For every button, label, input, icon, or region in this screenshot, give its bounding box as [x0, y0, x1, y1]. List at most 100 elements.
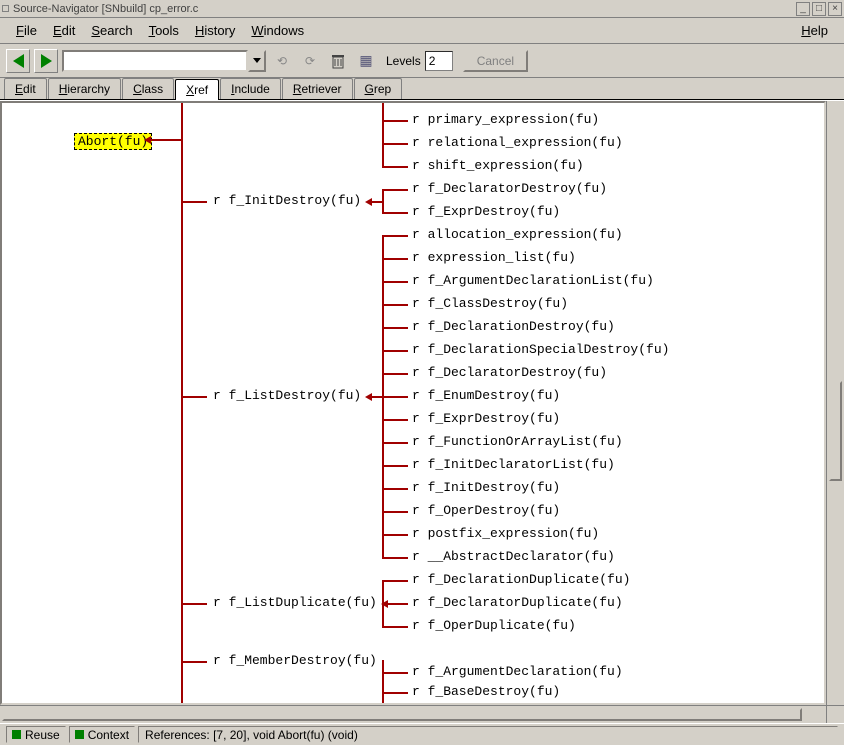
- symbol-combo-dropdown[interactable]: [248, 50, 266, 72]
- trash-icon: [331, 53, 345, 69]
- window-title: Source-Navigator [SNbuild] cp_error.c: [13, 3, 198, 15]
- menu-item[interactable]: Windows: [243, 21, 312, 40]
- xref-leaf-node[interactable]: r shift_expression(fu): [412, 159, 584, 172]
- xref-leaf-node[interactable]: r f_DeclaratorDestroy(fu): [412, 366, 607, 379]
- connector-line: [382, 304, 408, 306]
- connector-line: [382, 442, 408, 444]
- tool-button-3[interactable]: ▦: [354, 49, 378, 73]
- connector-line: [382, 143, 408, 145]
- menu-item[interactable]: File: [8, 21, 45, 40]
- connector-line: [382, 557, 408, 559]
- connector-line: [382, 166, 408, 168]
- horizontal-scrollbar[interactable]: [0, 706, 826, 723]
- status-reuse[interactable]: Reuse: [6, 726, 66, 743]
- symbol-combo-input[interactable]: [62, 50, 248, 72]
- maximize-button[interactable]: □: [812, 2, 826, 16]
- connector-line: [382, 511, 408, 513]
- arrow-icon: [365, 393, 372, 401]
- nav-forward-button[interactable]: [34, 49, 58, 73]
- xref-leaf-node[interactable]: r f_ClassDestroy(fu): [412, 297, 568, 310]
- minimize-button[interactable]: _: [796, 2, 810, 16]
- menu-item[interactable]: History: [187, 21, 243, 40]
- subtab[interactable]: Edit: [4, 78, 47, 99]
- xref-mid-node[interactable]: r f_ListDestroy(fu): [213, 389, 361, 402]
- xref-leaf-node[interactable]: r f_DeclarationDestroy(fu): [412, 320, 615, 333]
- scrollbar-thumb[interactable]: [2, 708, 802, 721]
- xref-leaf-node[interactable]: r allocation_expression(fu): [412, 228, 623, 241]
- connector-line: [382, 189, 408, 191]
- xref-leaf-node[interactable]: r __AbstractDeclarator(fu): [412, 550, 615, 563]
- xref-leaf-node[interactable]: r f_ArgumentDeclarationList(fu): [412, 274, 654, 287]
- menu-item[interactable]: Edit: [45, 21, 83, 40]
- connector-line: [382, 373, 408, 375]
- subtab[interactable]: Grep: [354, 78, 403, 99]
- connector-line: [382, 189, 384, 214]
- vertical-scrollbar[interactable]: [826, 101, 844, 705]
- xref-mid-node[interactable]: r f_InitDestroy(fu): [213, 194, 361, 207]
- nav-back-button[interactable]: [6, 49, 30, 73]
- xref-leaf-node[interactable]: r expression_list(fu): [412, 251, 576, 264]
- connector-line: [382, 120, 408, 122]
- xref-mid-node[interactable]: r f_MemberDestroy(fu): [213, 654, 377, 667]
- xref-leaf-node[interactable]: r f_ExprDestroy(fu): [412, 205, 560, 218]
- connector-line: [181, 103, 183, 703]
- xref-leaf-node[interactable]: r f_OperDestroy(fu): [412, 504, 560, 517]
- cancel-button[interactable]: Cancel: [463, 50, 528, 72]
- xref-leaf-node[interactable]: r f_FunctionOrArrayList(fu): [412, 435, 623, 448]
- tool-button-2[interactable]: ⟳: [298, 49, 322, 73]
- menu-item[interactable]: Search: [83, 21, 140, 40]
- status-indicator-icon: [75, 730, 84, 739]
- scrollbar-thumb[interactable]: [829, 381, 842, 481]
- subtab[interactable]: Retriever: [282, 78, 353, 99]
- xref-leaf-node[interactable]: r f_OperDuplicate(fu): [412, 619, 576, 632]
- close-button[interactable]: ×: [828, 2, 842, 16]
- toolbar: ⟲ ⟳ ▦ Levels Cancel: [0, 44, 844, 78]
- connector-line: [151, 139, 181, 141]
- xref-leaf-node[interactable]: r f_DeclaratorDuplicate(fu): [412, 596, 623, 609]
- subtab[interactable]: Xref: [175, 79, 219, 100]
- levels-input[interactable]: [425, 51, 453, 71]
- connector-line: [382, 488, 408, 490]
- connector-line: [382, 534, 408, 536]
- xref-leaf-node[interactable]: r f_InitDeclaratorList(fu): [412, 458, 615, 471]
- connector-line: [382, 258, 408, 260]
- xref-leaf-node[interactable]: r primary_expression(fu): [412, 113, 599, 126]
- menubar: FileEditSearchToolsHistoryWindows Help: [0, 18, 844, 44]
- connector-line: [382, 660, 384, 705]
- menu-help[interactable]: Help: [793, 21, 836, 40]
- xref-leaf-node[interactable]: r f_DeclaratorDestroy(fu): [412, 182, 607, 195]
- menu-item[interactable]: Tools: [141, 21, 187, 40]
- subtab[interactable]: Class: [122, 78, 174, 99]
- arrow-right-icon: [41, 54, 52, 68]
- connector-line: [382, 580, 408, 582]
- xref-leaf-node[interactable]: r f_BaseDestroy(fu): [412, 685, 560, 698]
- xref-leaf-node[interactable]: r postfix_expression(fu): [412, 527, 599, 540]
- xref-mid-node[interactable]: r f_ListDuplicate(fu): [213, 596, 377, 609]
- tool-icon: ▦: [359, 52, 372, 69]
- subtab[interactable]: Hierarchy: [48, 78, 121, 99]
- delete-button[interactable]: [326, 49, 350, 73]
- connector-line: [181, 396, 207, 398]
- xref-leaf-node[interactable]: r relational_expression(fu): [412, 136, 623, 149]
- connector-line: [382, 465, 408, 467]
- xref-leaf-node[interactable]: r f_DeclarationSpecialDestroy(fu): [412, 343, 669, 356]
- xref-leaf-node[interactable]: r f_DeclarationDuplicate(fu): [412, 573, 630, 586]
- connector-line: [382, 603, 408, 605]
- connector-line: [382, 672, 408, 674]
- connector-line: [382, 692, 408, 694]
- xref-leaf-node[interactable]: r f_ExprDestroy(fu): [412, 412, 560, 425]
- xref-leaf-node[interactable]: r f_EnumDestroy(fu): [412, 389, 560, 402]
- status-indicator-icon: [12, 730, 21, 739]
- subtab[interactable]: Include: [220, 78, 281, 99]
- xref-leaf-node[interactable]: r f_ArgumentDeclaration(fu): [412, 665, 623, 678]
- status-context[interactable]: Context: [69, 726, 135, 743]
- arrow-icon: [365, 198, 372, 206]
- xref-root-node[interactable]: Abort(fu): [74, 133, 152, 150]
- connector-line: [372, 201, 382, 203]
- connector-line: [382, 419, 408, 421]
- xref-leaf-node[interactable]: r f_InitDestroy(fu): [412, 481, 560, 494]
- connector-line: [382, 103, 384, 168]
- tool-button-1[interactable]: ⟲: [270, 49, 294, 73]
- connector-line: [372, 396, 382, 398]
- chevron-down-icon: [253, 58, 261, 63]
